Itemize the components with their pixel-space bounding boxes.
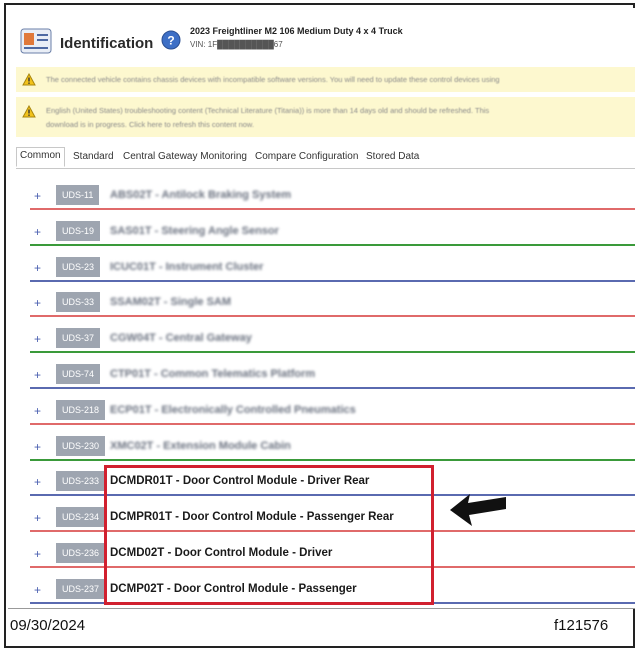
identification-header: Identification ? 2023 Freightliner M2 10… xyxy=(8,8,635,66)
module-row[interactable]: + UDS-230 XMC02T - Extension Module Cabin xyxy=(30,431,635,461)
module-label: SAS01T - Steering Angle Sensor xyxy=(110,224,279,237)
vehicle-name: 2023 Freightliner M2 106 Medium Duty 4 x… xyxy=(190,26,403,36)
module-row[interactable]: + UDS-33 SSAM02T - Single SAM xyxy=(30,287,635,318)
warning-banner-outdated-content[interactable]: English (United States) troubleshooting … xyxy=(16,97,635,137)
pointer-arrow-icon xyxy=(450,494,506,526)
page-title: Identification xyxy=(60,35,154,52)
module-row[interactable]: + UDS-19 SAS01T - Steering Angle Sensor xyxy=(30,216,635,246)
tab-stored-data[interactable]: Stored Data xyxy=(363,149,422,167)
tab-common[interactable]: Common xyxy=(16,147,65,167)
screenshot-panel: Identification ? 2023 Freightliner M2 10… xyxy=(8,8,635,609)
highlight-box xyxy=(104,465,434,605)
uds-badge: UDS-37 xyxy=(56,328,101,349)
expand-icon[interactable]: + xyxy=(34,547,41,561)
warning-icon xyxy=(22,105,36,118)
expand-icon[interactable]: + xyxy=(34,440,41,454)
help-icon[interactable]: ? xyxy=(161,30,181,50)
row-underline xyxy=(30,315,635,318)
module-row[interactable]: + UDS-11 ABS02T - Antilock Braking System xyxy=(30,180,635,210)
uds-badge: UDS-33 xyxy=(56,292,101,313)
expand-icon[interactable]: + xyxy=(34,583,41,597)
warning-text-line: download is in progress. Click here to r… xyxy=(46,120,255,129)
module-label: SSAM02T - Single SAM xyxy=(110,296,232,309)
warning-text-line: English (United States) troubleshooting … xyxy=(46,106,490,115)
expand-icon[interactable]: + xyxy=(34,475,41,489)
warning-banner-incompatible-software[interactable]: The connected vehicle contains chassis d… xyxy=(16,67,635,92)
uds-badge: UDS-230 xyxy=(56,435,106,456)
row-underline xyxy=(30,422,635,425)
expand-icon[interactable]: + xyxy=(34,296,41,310)
tab-compare-configuration[interactable]: Compare Configuration xyxy=(252,149,361,167)
warning-icon xyxy=(22,73,36,86)
module-label: CTP01T - Common Telematics Platform xyxy=(110,368,316,380)
tab-standard[interactable]: Standard xyxy=(70,149,117,167)
module-label: ICUC01T - Instrument Cluster xyxy=(110,260,264,273)
uds-badge: UDS-23 xyxy=(56,256,101,277)
module-row[interactable]: + UDS-23 ICUC01T - Instrument Cluster xyxy=(30,252,635,282)
row-underline xyxy=(30,387,635,389)
uds-badge: UDS-233 xyxy=(56,471,106,492)
module-label: ECP01T - Electronically Controlled Pneum… xyxy=(110,403,356,416)
module-label: ABS02T - Antilock Braking System xyxy=(110,189,292,201)
row-underline xyxy=(30,458,635,461)
identification-card-icon xyxy=(20,28,52,54)
vin-number: VIN: 1F██████████67 xyxy=(190,40,283,49)
module-row[interactable]: + UDS-218 ECP01T - Electronically Controll… xyxy=(30,395,635,425)
module-row[interactable]: + UDS-37 CGW04T - Central Gateway xyxy=(30,323,635,354)
figure-date: 09/30/2024 xyxy=(10,617,86,634)
expand-icon[interactable]: + xyxy=(34,189,41,203)
uds-badge: UDS-74 xyxy=(56,364,101,384)
uds-badge: UDS-236 xyxy=(56,543,106,563)
expand-icon[interactable]: + xyxy=(34,225,41,239)
svg-text:?: ? xyxy=(167,34,174,48)
expand-icon[interactable]: + xyxy=(34,332,41,346)
row-underline xyxy=(30,243,635,246)
tab-bar: Common Standard Central Gateway Monitori… xyxy=(16,146,635,169)
tab-central-gateway-monitoring[interactable]: Central Gateway Monitoring xyxy=(120,149,250,167)
figure-id: f121576 xyxy=(554,617,609,634)
uds-badge: UDS-218 xyxy=(56,399,106,420)
row-underline xyxy=(30,208,635,210)
warning-text: English (United States) troubleshooting … xyxy=(46,104,631,132)
warning-text: The connected vehicle contains chassis d… xyxy=(46,75,500,84)
module-row[interactable]: + UDS-74 CTP01T - Common Telematics Platfo… xyxy=(30,359,635,389)
expand-icon[interactable]: + xyxy=(34,511,41,525)
row-underline xyxy=(30,279,635,282)
expand-icon[interactable]: + xyxy=(34,404,41,418)
module-label: XMC02T - Extension Module Cabin xyxy=(110,439,291,452)
uds-badge: UDS-11 xyxy=(56,185,100,205)
module-label: CGW04T - Central Gateway xyxy=(110,332,252,345)
uds-badge: UDS-237 xyxy=(56,578,106,599)
expand-icon[interactable]: + xyxy=(34,368,41,382)
row-underline xyxy=(30,351,635,354)
expand-icon[interactable]: + xyxy=(34,261,41,275)
uds-badge: UDS-234 xyxy=(56,507,106,528)
uds-badge: UDS-19 xyxy=(56,220,101,241)
